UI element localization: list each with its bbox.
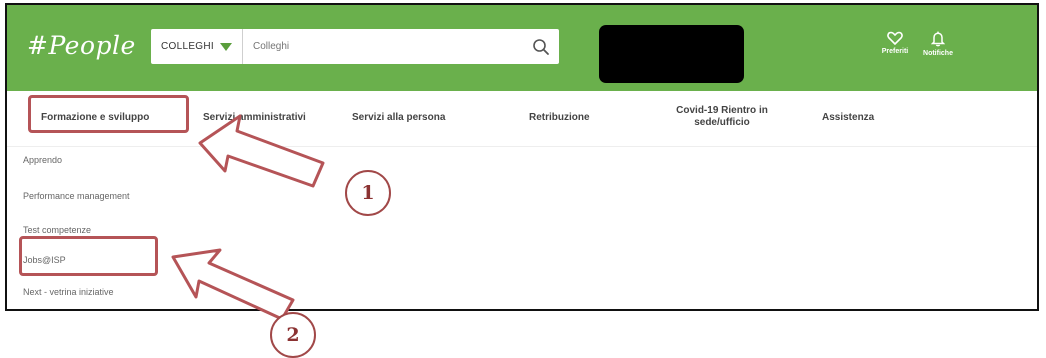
search-scope-value: COLLEGHI — [161, 41, 214, 52]
annotated-screenshot: #People COLLEGHI P — [0, 0, 1046, 358]
callout-number-1: 1 — [361, 182, 375, 204]
nav-assistenza[interactable]: Assistenza — [822, 112, 874, 124]
search-bar: COLLEGHI — [151, 29, 559, 64]
heart-icon — [887, 31, 903, 45]
callout-badge-2: 2 — [270, 312, 316, 358]
callout-arrow-2 — [171, 248, 295, 321]
redacted-area — [599, 25, 744, 83]
submenu-item-apprendo[interactable]: Apprendo — [23, 155, 62, 165]
highlight-formazione-e-sviluppo — [28, 95, 189, 133]
highlight-jobs-isp — [19, 236, 158, 276]
submenu-item-test-competenze[interactable]: Test competenze — [23, 225, 91, 235]
top-header: #People COLLEGHI P — [7, 5, 1037, 91]
submenu-item-performance-management[interactable]: Performance management — [23, 191, 130, 201]
submenu-item-next-vetrina[interactable]: Next - vetrina iniziative — [23, 287, 114, 297]
nav-covid-rientro[interactable]: Covid-19 Rientro in sede/ufficio — [667, 105, 777, 129]
callout-arrow-1 — [198, 114, 325, 188]
bell-icon — [931, 31, 945, 47]
callout-badge-1: 1 — [345, 170, 391, 216]
search-input[interactable] — [242, 29, 523, 64]
nav-retribuzione[interactable]: Retribuzione — [529, 112, 590, 124]
caret-down-icon — [219, 42, 232, 51]
search-scope-select[interactable]: COLLEGHI — [151, 29, 243, 64]
app-window: #People COLLEGHI P — [5, 3, 1039, 311]
search-icon-glyph — [533, 38, 549, 55]
nav-servizi-alla-persona[interactable]: Servizi alla persona — [352, 112, 445, 124]
notifications-button[interactable]: Notifiche — [913, 31, 963, 57]
app-logo[interactable]: #People — [27, 31, 136, 60]
callout-number-2: 2 — [286, 324, 300, 346]
notifications-label: Notifiche — [923, 50, 953, 57]
search-icon[interactable] — [523, 29, 559, 64]
